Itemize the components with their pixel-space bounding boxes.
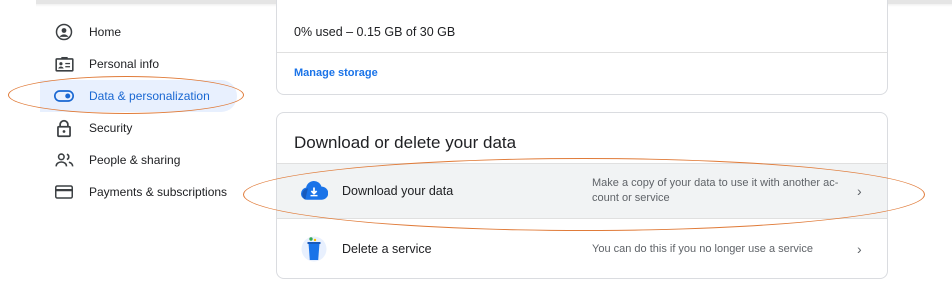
chevron-right-icon: › bbox=[857, 241, 862, 257]
toggle-icon bbox=[54, 86, 74, 106]
sidebar-item-label: Personal info bbox=[89, 57, 160, 71]
sidebar-item-personal-info[interactable]: Personal info bbox=[40, 48, 245, 80]
sidebar-item-payments-subscriptions[interactable]: Payments & subscriptions bbox=[40, 176, 245, 208]
sidebar-item-label: Security bbox=[89, 121, 133, 135]
trash-bin-icon bbox=[299, 234, 329, 264]
row-description: Make a copy of your data to use it with … bbox=[592, 177, 839, 204]
chevron-right-icon: › bbox=[857, 183, 862, 199]
delete-a-service-row[interactable]: Delete a service You can do this if you … bbox=[277, 221, 887, 277]
sidebar-item-security[interactable]: Security bbox=[40, 112, 245, 144]
sidebar-item-label: Payments & subscriptions bbox=[89, 185, 228, 199]
row-label: Delete a service bbox=[342, 242, 432, 256]
people-icon bbox=[54, 150, 74, 170]
cloud-download-icon bbox=[299, 176, 329, 206]
download-delete-card: Download or delete your data Download yo… bbox=[276, 112, 888, 279]
sidebar-nav: Home Personal info Data & personalizatio… bbox=[40, 16, 245, 208]
card-title: Download or delete your data bbox=[294, 133, 517, 152]
credit-card-icon bbox=[54, 182, 74, 202]
storage-divider bbox=[277, 52, 887, 53]
storage-usage-text: 0% used – 0.15 GB of 30 GB bbox=[294, 25, 456, 39]
account-circle-icon bbox=[54, 22, 74, 42]
id-card-icon bbox=[54, 54, 74, 74]
sidebar-item-people-sharing[interactable]: People & sharing bbox=[40, 144, 245, 176]
row-label: Download your data bbox=[342, 184, 454, 198]
lock-icon bbox=[54, 118, 74, 138]
sidebar-item-data-personalization[interactable]: Data & personalization bbox=[40, 80, 237, 112]
sidebar-item-label: People & sharing bbox=[89, 153, 181, 167]
download-your-data-row[interactable]: Download your data Make a copy of your d… bbox=[277, 163, 887, 219]
manage-storage-link[interactable]: Manage storage bbox=[294, 67, 378, 79]
storage-card: 0% used – 0.15 GB of 30 GB Manage storag… bbox=[276, 0, 888, 95]
row-description: You can do this if you no longer use a s… bbox=[592, 242, 813, 255]
sidebar-item-home[interactable]: Home bbox=[40, 16, 245, 48]
sidebar-item-label: Home bbox=[89, 25, 122, 39]
sidebar-item-label: Data & personalization bbox=[89, 89, 210, 103]
